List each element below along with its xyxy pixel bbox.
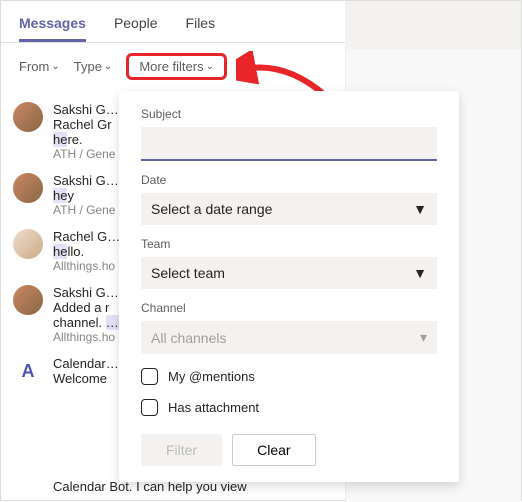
date-select[interactable]: Select a date range ▼: [141, 193, 437, 225]
channel-label: Channel: [141, 301, 437, 315]
list-item[interactable]: Rachel Gree hello. Allthings.ho: [13, 223, 121, 279]
channel-select-value: All channels: [151, 330, 227, 346]
sender-name: Sakshi Garg: [53, 173, 121, 188]
date-label: Date: [141, 173, 437, 187]
filter-from-label: From: [19, 59, 49, 74]
date-select-value: Select a date range: [151, 201, 272, 217]
header-gray-strip: [345, 1, 521, 49]
tab-people[interactable]: People: [114, 11, 158, 42]
attachment-label: Has attachment: [168, 400, 259, 415]
sender-name: Rachel Gree: [53, 229, 121, 244]
team-label: Team: [141, 237, 437, 251]
message-preview: Welcome: [53, 371, 121, 386]
message-preview: channel. He: [53, 315, 121, 330]
sender-name: Sakshi Garg: [53, 102, 121, 117]
checkbox-icon[interactable]: [141, 399, 158, 416]
filter-from[interactable]: From ⌄: [19, 59, 60, 74]
results-list: Sakshi Garg Rachel Gr here. ATH / Gene S…: [1, 96, 131, 392]
bot-icon: A: [13, 356, 43, 386]
team-select-value: Select team: [151, 265, 225, 281]
channel-path: ATH / Gene: [53, 147, 121, 161]
message-preview: Added a r: [53, 300, 121, 315]
team-select[interactable]: Select team ▼: [141, 257, 437, 289]
more-filters-panel: Subject Date Select a date range ▼ Team …: [119, 91, 459, 482]
filter-more[interactable]: More filters ⌄: [126, 53, 227, 80]
list-item[interactable]: Sakshi Garg Added a r channel. He Allthi…: [13, 279, 121, 350]
filter-type[interactable]: Type ⌄: [74, 59, 113, 74]
checkbox-icon[interactable]: [141, 368, 158, 385]
caret-down-icon: ▾: [420, 329, 427, 346]
caret-down-icon: ▼: [413, 265, 427, 281]
channel-select: All channels ▾: [141, 321, 437, 354]
list-item[interactable]: Sakshi Garg hey ATH / Gene: [13, 167, 121, 223]
list-item[interactable]: A Calendar BO Welcome: [13, 350, 121, 392]
filter-type-label: Type: [74, 59, 102, 74]
filter-more-label: More filters: [139, 59, 203, 74]
channel-path: Allthings.ho: [53, 259, 121, 273]
chevron-down-icon: ⌄: [104, 61, 112, 72]
sender-name: Calendar BO: [53, 356, 121, 371]
chevron-down-icon: ⌄: [206, 61, 214, 72]
chevron-down-icon: ⌄: [51, 61, 59, 72]
tab-messages[interactable]: Messages: [19, 11, 86, 42]
avatar: [13, 173, 43, 203]
filter-button: Filter: [141, 434, 222, 466]
subject-input[interactable]: [141, 127, 437, 161]
channel-path: Allthings.ho: [53, 330, 121, 344]
list-item[interactable]: Sakshi Garg Rachel Gr here. ATH / Gene: [13, 96, 121, 167]
mentions-label: My @mentions: [168, 369, 255, 384]
attachment-checkbox-row[interactable]: Has attachment: [141, 399, 437, 416]
subject-label: Subject: [141, 107, 437, 121]
avatar: [13, 285, 43, 315]
sender-name: Sakshi Garg: [53, 285, 121, 300]
message-preview: here.: [53, 132, 121, 147]
message-preview: hello.: [53, 244, 121, 259]
channel-path: ATH / Gene: [53, 203, 121, 217]
avatar: [13, 229, 43, 259]
caret-down-icon: ▼: [413, 201, 427, 217]
panel-buttons: Filter Clear: [141, 434, 437, 466]
tab-files[interactable]: Files: [186, 11, 216, 42]
avatar: [13, 102, 43, 132]
clear-button[interactable]: Clear: [232, 434, 315, 466]
mentions-checkbox-row[interactable]: My @mentions: [141, 368, 437, 385]
message-preview: Rachel Gr: [53, 117, 121, 132]
message-preview: hey: [53, 188, 121, 203]
